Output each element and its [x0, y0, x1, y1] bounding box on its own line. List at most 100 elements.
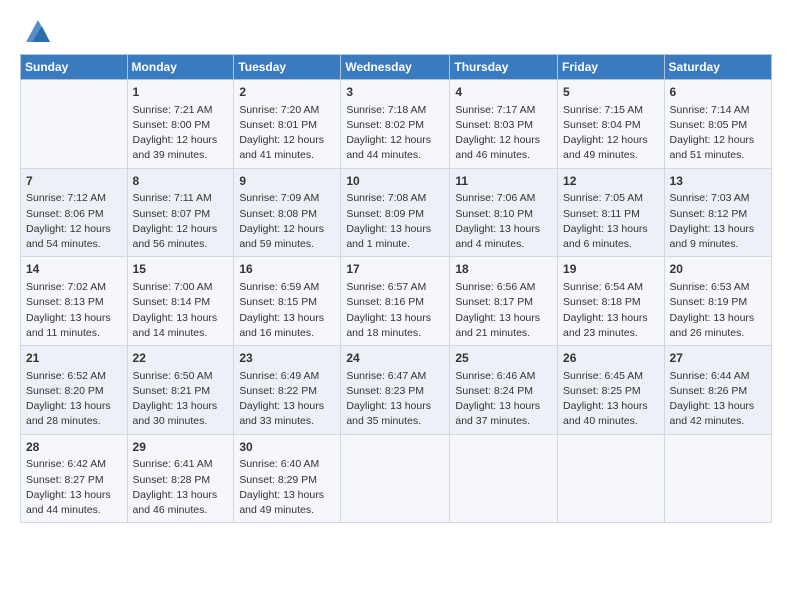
day-info: Sunrise: 7:00 AMSunset: 8:14 PMDaylight:… — [133, 280, 229, 341]
day-number: 2 — [239, 84, 335, 101]
calendar-cell: 9Sunrise: 7:09 AMSunset: 8:08 PMDaylight… — [234, 168, 341, 257]
day-number: 15 — [133, 261, 229, 278]
calendar-cell: 8Sunrise: 7:11 AMSunset: 8:07 PMDaylight… — [127, 168, 234, 257]
day-info: Sunrise: 6:41 AMSunset: 8:28 PMDaylight:… — [133, 457, 229, 518]
calendar-cell: 18 Sunrise: 6:56 AMSunset: 8:17 PMDayligh… — [450, 257, 558, 346]
calendar-cell: 24 Sunrise: 6:47 AMSunset: 8:23 PMDayligh… — [341, 346, 450, 435]
day-info: Sunrise: 7:15 AMSunset: 8:04 PMDaylight:… — [563, 103, 659, 164]
calendar-cell: 11Sunrise: 7:06 AMSunset: 8:10 PMDayligh… — [450, 168, 558, 257]
calendar-cell: 14 Sunrise: 7:02 AMSunset: 8:13 PMDayligh… — [21, 257, 128, 346]
calendar-cell: 2 Sunrise: 7:20 AMSunset: 8:01 PMDaylight… — [234, 80, 341, 169]
day-info: Sunrise: 7:14 AMSunset: 8:05 PMDaylight:… — [670, 103, 766, 164]
calendar-cell — [664, 434, 771, 523]
day-info: Sunrise: 7:18 AMSunset: 8:02 PMDaylight:… — [346, 103, 444, 164]
calendar-cell: 17 Sunrise: 6:57 AMSunset: 8:16 PMDayligh… — [341, 257, 450, 346]
weekday-header-sunday: Sunday — [21, 55, 128, 80]
weekday-header-tuesday: Tuesday — [234, 55, 341, 80]
calendar-cell: 6 Sunrise: 7:14 AMSunset: 8:05 PMDaylight… — [664, 80, 771, 169]
day-info: Sunrise: 6:57 AMSunset: 8:16 PMDaylight:… — [346, 280, 444, 341]
day-number: 30 — [239, 439, 335, 456]
day-info: Sunrise: 7:08 AMSunset: 8:09 PMDaylight:… — [346, 191, 444, 252]
calendar-cell: 21Sunrise: 6:52 AMSunset: 8:20 PMDayligh… — [21, 346, 128, 435]
weekday-header-thursday: Thursday — [450, 55, 558, 80]
day-info: Sunrise: 7:11 AMSunset: 8:07 PMDaylight:… — [133, 191, 229, 252]
day-number: 23 — [239, 350, 335, 367]
calendar-week-row: 14 Sunrise: 7:02 AMSunset: 8:13 PMDayligh… — [21, 257, 772, 346]
day-number: 17 — [346, 261, 444, 278]
calendar-cell: 16Sunrise: 6:59 AMSunset: 8:15 PMDayligh… — [234, 257, 341, 346]
calendar-body: 1Sunrise: 7:21 AMSunset: 8:00 PMDaylight… — [21, 80, 772, 523]
weekday-header-row: SundayMondayTuesdayWednesdayThursdayFrid… — [21, 55, 772, 80]
day-number: 3 — [346, 84, 444, 101]
calendar-cell: 23 Sunrise: 6:49 AMSunset: 8:22 PMDayligh… — [234, 346, 341, 435]
calendar-week-row: 28Sunrise: 6:42 AMSunset: 8:27 PMDayligh… — [21, 434, 772, 523]
day-number: 4 — [455, 84, 552, 101]
day-info: Sunrise: 7:12 AMSunset: 8:06 PMDaylight:… — [26, 191, 122, 252]
day-info: Sunrise: 6:49 AMSunset: 8:22 PMDaylight:… — [239, 369, 335, 430]
day-number: 20 — [670, 261, 766, 278]
calendar-cell — [21, 80, 128, 169]
day-info: Sunrise: 7:09 AMSunset: 8:08 PMDaylight:… — [239, 191, 335, 252]
calendar-cell: 5 Sunrise: 7:15 AMSunset: 8:04 PMDaylight… — [558, 80, 665, 169]
day-number: 10 — [346, 173, 444, 190]
calendar-cell: 13Sunrise: 7:03 AMSunset: 8:12 PMDayligh… — [664, 168, 771, 257]
calendar-week-row: 21Sunrise: 6:52 AMSunset: 8:20 PMDayligh… — [21, 346, 772, 435]
day-info: Sunrise: 7:17 AMSunset: 8:03 PMDaylight:… — [455, 103, 552, 164]
day-number: 26 — [563, 350, 659, 367]
day-number: 5 — [563, 84, 659, 101]
calendar-week-row: 7Sunrise: 7:12 AMSunset: 8:06 PMDaylight… — [21, 168, 772, 257]
calendar-cell: 22Sunrise: 6:50 AMSunset: 8:21 PMDayligh… — [127, 346, 234, 435]
day-number: 6 — [670, 84, 766, 101]
day-info: Sunrise: 6:40 AMSunset: 8:29 PMDaylight:… — [239, 457, 335, 518]
header — [20, 16, 772, 44]
weekday-header-monday: Monday — [127, 55, 234, 80]
calendar-cell — [558, 434, 665, 523]
calendar-cell: 15 Sunrise: 7:00 AMSunset: 8:14 PMDayligh… — [127, 257, 234, 346]
day-info: Sunrise: 7:20 AMSunset: 8:01 PMDaylight:… — [239, 103, 335, 164]
day-number: 12 — [563, 173, 659, 190]
calendar-cell: 27 Sunrise: 6:44 AMSunset: 8:26 PMDayligh… — [664, 346, 771, 435]
calendar-cell: 10Sunrise: 7:08 AMSunset: 8:09 PMDayligh… — [341, 168, 450, 257]
calendar-header: SundayMondayTuesdayWednesdayThursdayFrid… — [21, 55, 772, 80]
day-info: Sunrise: 7:02 AMSunset: 8:13 PMDaylight:… — [26, 280, 122, 341]
calendar-cell: 29Sunrise: 6:41 AMSunset: 8:28 PMDayligh… — [127, 434, 234, 523]
calendar-cell: 7Sunrise: 7:12 AMSunset: 8:06 PMDaylight… — [21, 168, 128, 257]
day-info: Sunrise: 6:53 AMSunset: 8:19 PMDaylight:… — [670, 280, 766, 341]
calendar-week-row: 1Sunrise: 7:21 AMSunset: 8:00 PMDaylight… — [21, 80, 772, 169]
day-number: 8 — [133, 173, 229, 190]
day-number: 9 — [239, 173, 335, 190]
day-info: Sunrise: 6:46 AMSunset: 8:24 PMDaylight:… — [455, 369, 552, 430]
day-number: 24 — [346, 350, 444, 367]
day-number: 16 — [239, 261, 335, 278]
day-number: 22 — [133, 350, 229, 367]
day-info: Sunrise: 7:03 AMSunset: 8:12 PMDaylight:… — [670, 191, 766, 252]
calendar-cell — [450, 434, 558, 523]
page: SundayMondayTuesdayWednesdayThursdayFrid… — [0, 0, 792, 612]
calendar-cell: 19Sunrise: 6:54 AMSunset: 8:18 PMDayligh… — [558, 257, 665, 346]
day-info: Sunrise: 6:56 AMSunset: 8:17 PMDaylight:… — [455, 280, 552, 341]
calendar-cell: 4 Sunrise: 7:17 AMSunset: 8:03 PMDaylight… — [450, 80, 558, 169]
day-info: Sunrise: 6:42 AMSunset: 8:27 PMDaylight:… — [26, 457, 122, 518]
day-info: Sunrise: 6:45 AMSunset: 8:25 PMDaylight:… — [563, 369, 659, 430]
day-number: 11 — [455, 173, 552, 190]
day-number: 29 — [133, 439, 229, 456]
day-number: 7 — [26, 173, 122, 190]
day-number: 27 — [670, 350, 766, 367]
calendar-cell: 20 Sunrise: 6:53 AMSunset: 8:19 PMDayligh… — [664, 257, 771, 346]
day-number: 18 — [455, 261, 552, 278]
calendar-cell: 26 Sunrise: 6:45 AMSunset: 8:25 PMDayligh… — [558, 346, 665, 435]
day-info: Sunrise: 7:06 AMSunset: 8:10 PMDaylight:… — [455, 191, 552, 252]
day-number: 13 — [670, 173, 766, 190]
logo — [20, 16, 52, 44]
calendar-cell: 30Sunrise: 6:40 AMSunset: 8:29 PMDayligh… — [234, 434, 341, 523]
day-number: 25 — [455, 350, 552, 367]
weekday-header-friday: Friday — [558, 55, 665, 80]
day-info: Sunrise: 6:47 AMSunset: 8:23 PMDaylight:… — [346, 369, 444, 430]
day-number: 14 — [26, 261, 122, 278]
day-number: 21 — [26, 350, 122, 367]
calendar-cell: 1Sunrise: 7:21 AMSunset: 8:00 PMDaylight… — [127, 80, 234, 169]
day-number: 28 — [26, 439, 122, 456]
calendar-table: SundayMondayTuesdayWednesdayThursdayFrid… — [20, 54, 772, 523]
day-info: Sunrise: 6:44 AMSunset: 8:26 PMDaylight:… — [670, 369, 766, 430]
calendar-cell: 3 Sunrise: 7:18 AMSunset: 8:02 PMDaylight… — [341, 80, 450, 169]
